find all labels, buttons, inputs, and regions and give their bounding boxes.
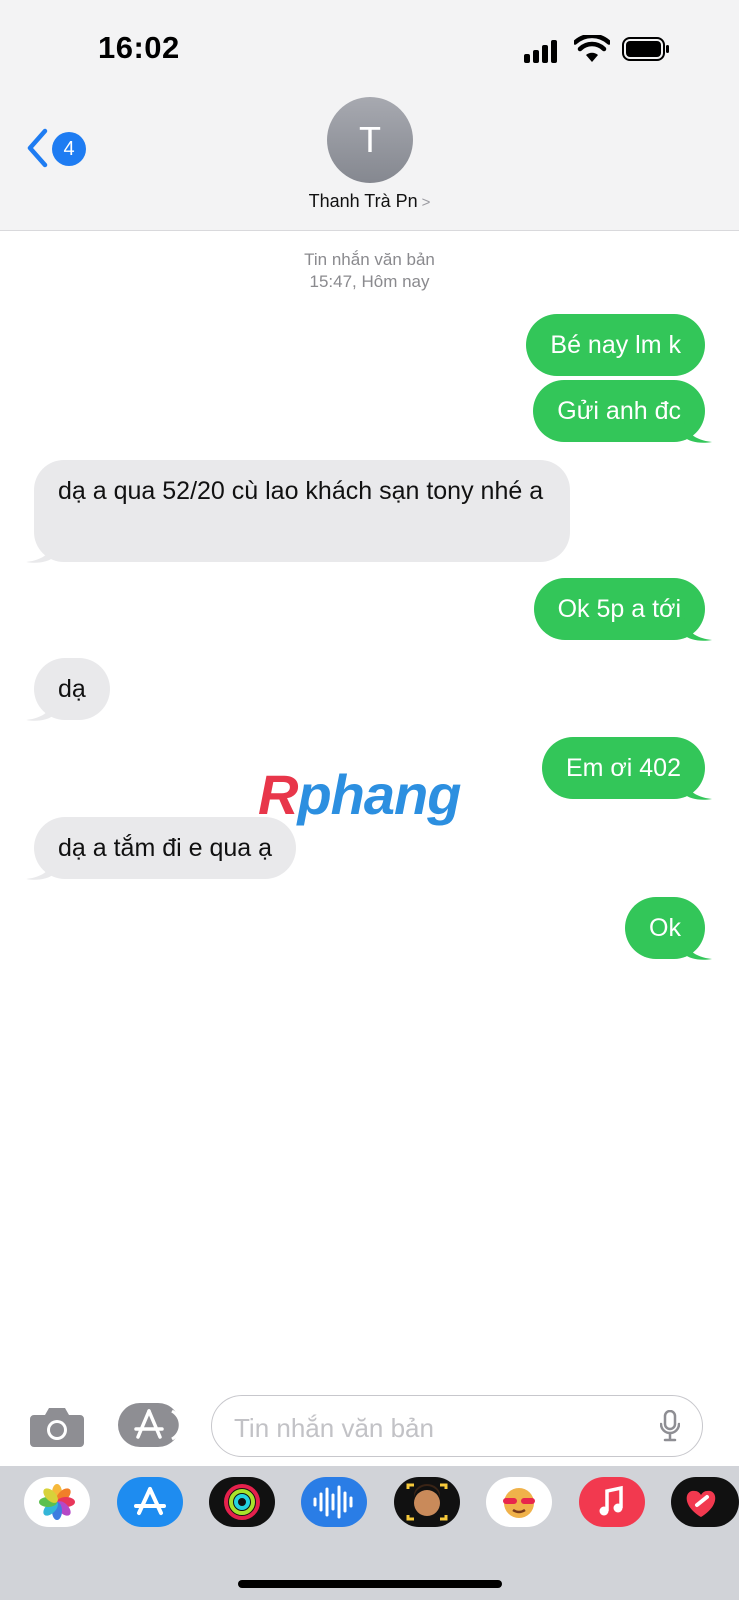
digital-touch-icon[interactable]	[671, 1477, 739, 1527]
outgoing-message[interactable]: Em ơi 402	[541, 737, 705, 799]
audio-message-icon[interactable]	[301, 1477, 367, 1527]
outgoing-bubble-tail	[684, 937, 712, 960]
watermark: Rphang	[258, 763, 461, 826]
memoji-stickers-icon[interactable]	[486, 1477, 552, 1527]
incoming-bubble-tail	[26, 540, 54, 563]
microphone-icon[interactable]	[660, 1410, 680, 1442]
chevron-left-icon	[27, 128, 48, 168]
incoming-message[interactable]: dạ a tắm đi e qua ạ	[34, 817, 297, 879]
camera-icon[interactable]	[30, 1405, 84, 1447]
outgoing-bubble-tail	[684, 777, 712, 800]
wifi-icon	[574, 35, 610, 62]
outgoing-bubble-tail	[684, 618, 712, 641]
status-time: 16:02	[98, 30, 180, 65]
message-input-placeholder: Tin nhắn văn bản	[234, 1413, 434, 1443]
fitness-icon[interactable]	[209, 1477, 275, 1527]
outgoing-message[interactable]: Bé nay lm k	[526, 314, 705, 376]
incoming-bubble-tail	[26, 698, 54, 721]
app-store-button[interactable]	[118, 1403, 182, 1447]
memoji-icon[interactable]	[394, 1477, 460, 1527]
contact-name-button[interactable]: Thanh Trà Pn >	[0, 191, 739, 212]
chevron-right-icon: >	[421, 194, 431, 211]
back-button[interactable]: 4	[26, 126, 98, 170]
contact-avatar[interactable]: T	[327, 97, 413, 183]
app-store-icon[interactable]	[117, 1477, 183, 1527]
music-icon[interactable]	[579, 1477, 645, 1527]
battery-icon	[622, 37, 669, 61]
cellular-signal-icon	[524, 37, 564, 63]
message-timestamp: 15:47, Hôm nay	[309, 272, 430, 291]
unread-count-badge: 4	[52, 132, 86, 166]
outgoing-message[interactable]: Ok 5p a tới	[533, 578, 705, 640]
incoming-bubble-tail	[26, 857, 54, 880]
message-input[interactable]: Tin nhắn văn bản	[211, 1395, 703, 1457]
app-store-icon	[134, 1409, 182, 1441]
incoming-message[interactable]: dạ a qua 52/20 cù lao khách sạn tony nhé…	[34, 460, 570, 562]
conversation-header: 16:02 4 T Thanh Trà Pn >	[0, 0, 739, 231]
home-indicator[interactable]	[238, 1580, 502, 1588]
photos-icon[interactable]	[24, 1477, 90, 1527]
contact-name: Thanh Trà Pn	[308, 191, 418, 211]
outgoing-message[interactable]: Gửi anh đc	[533, 380, 705, 442]
outgoing-bubble-tail	[684, 420, 712, 443]
message-type-label: Tin nhắn văn bản	[304, 250, 435, 269]
